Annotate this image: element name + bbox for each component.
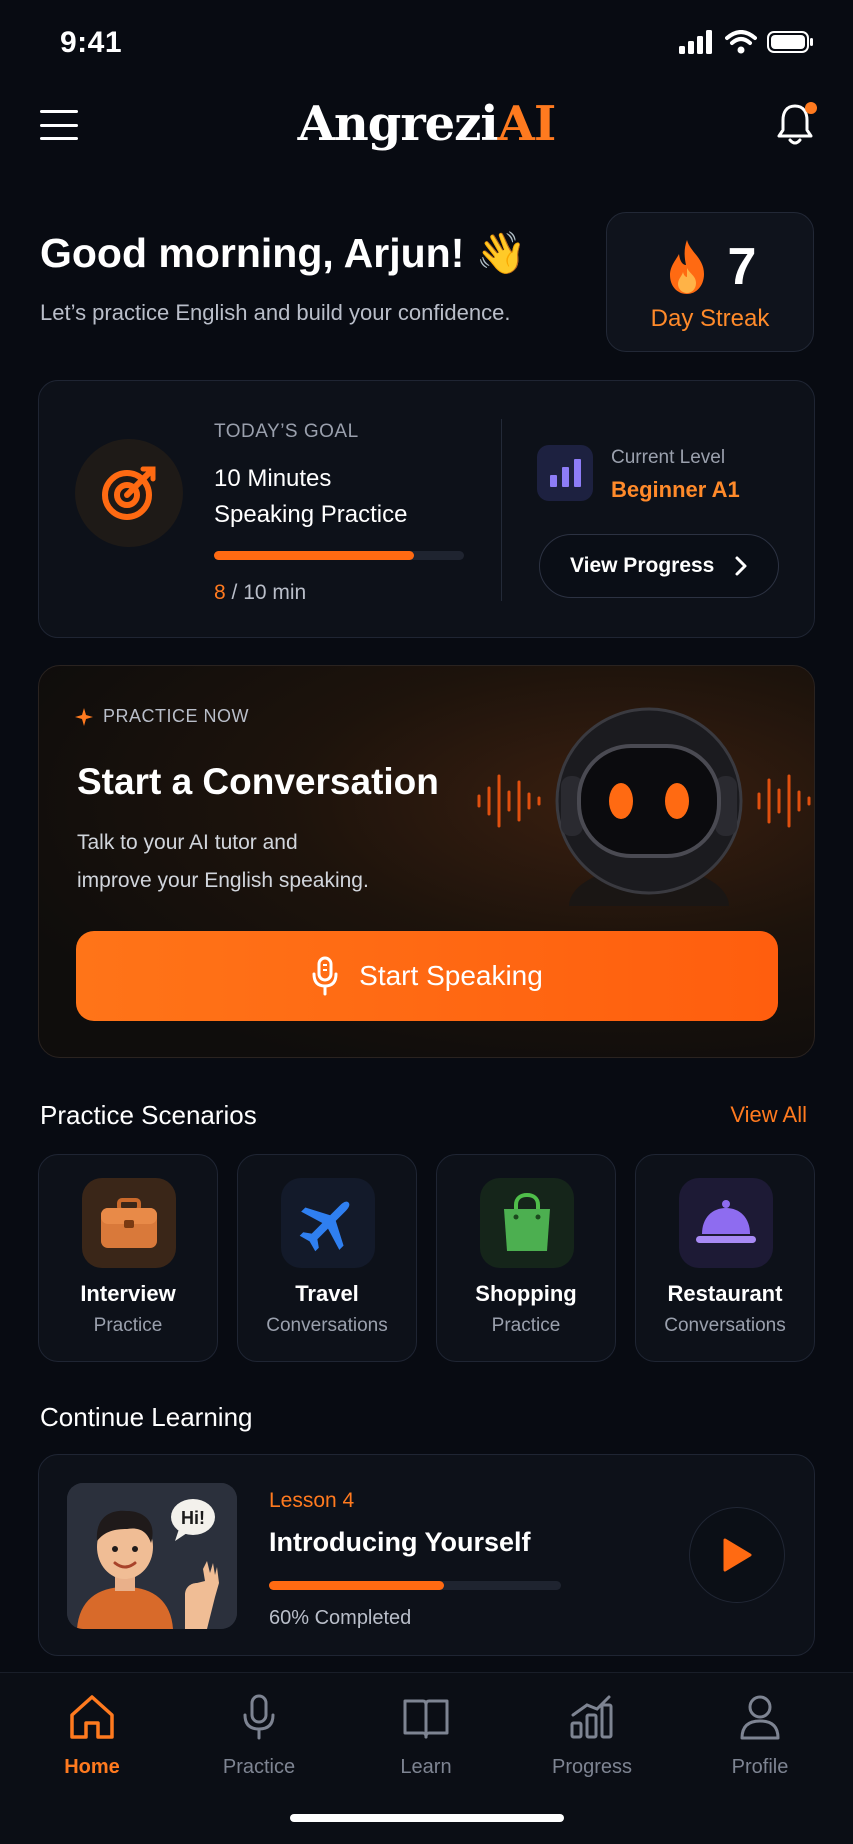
- microphone-icon: [243, 1694, 275, 1740]
- play-icon: [723, 1538, 752, 1572]
- view-progress-button[interactable]: View Progress: [539, 534, 779, 598]
- scenario-subtitle: Conversations: [266, 1315, 388, 1336]
- scenario-name: Interview: [80, 1281, 176, 1306]
- notification-dot: [805, 102, 817, 114]
- greeting-subtitle: Let’s practice English and build your co…: [40, 300, 511, 325]
- goal-progress-bar: [214, 551, 464, 560]
- app-logo: AngreziAI: [297, 96, 557, 152]
- practice-scenarios-title: Practice Scenarios: [40, 1100, 257, 1130]
- battery-icon: [767, 31, 813, 53]
- chevron-right-icon: [735, 556, 747, 576]
- streak-card[interactable]: 7 Day Streak: [606, 212, 814, 352]
- user-icon: [740, 1695, 780, 1740]
- goal-tag: TODAY’S GOAL: [214, 421, 359, 442]
- hero-title: Start a Conversation: [77, 761, 439, 802]
- lesson-title: Introducing Yourself: [269, 1527, 531, 1557]
- home-indicator: [290, 1814, 564, 1822]
- start-speaking-label: Start Speaking: [359, 960, 543, 991]
- briefcase-icon: [82, 1178, 176, 1268]
- lesson-thumbnail: Hi!: [67, 1483, 237, 1629]
- tab-profile[interactable]: Profile: [690, 1693, 830, 1779]
- daily-goal-card: TODAY’S GOAL 10 Minutes Speaking Practic…: [38, 380, 815, 638]
- tab-label: Profile: [731, 1756, 789, 1778]
- continue-learning-title: Continue Learning: [40, 1402, 253, 1432]
- tab-label: Progress: [551, 1756, 633, 1778]
- thumbnail-bubble-text: Hi!: [181, 1508, 205, 1528]
- start-conversation-card: PRACTICE NOW Start a Conversation Talk t…: [38, 665, 815, 1058]
- sparkle-icon: [75, 707, 93, 726]
- scenario-subtitle: Conversations: [664, 1315, 786, 1336]
- target-icon: [75, 439, 183, 547]
- chart-icon: [570, 1695, 613, 1739]
- ai-robot-illustration: [477, 707, 811, 906]
- signal-icon: [679, 30, 712, 54]
- streak-count: 7: [727, 238, 757, 296]
- scenario-subtitle: Practice: [93, 1315, 163, 1336]
- home-icon: [70, 1695, 114, 1739]
- goal-progress-text: 8 / 10 min: [214, 581, 307, 604]
- play-lesson-button[interactable]: [689, 1507, 785, 1603]
- book-icon: [403, 1699, 449, 1739]
- tab-progress[interactable]: Progress: [522, 1693, 662, 1779]
- level-label: Current Level: [611, 447, 726, 468]
- scenario-shopping[interactable]: Shopping Practice: [436, 1154, 616, 1362]
- view-all-link[interactable]: View All: [730, 1102, 807, 1128]
- lesson-progress-text: 60% Completed: [269, 1607, 412, 1629]
- tab-practice[interactable]: Practice: [189, 1693, 329, 1779]
- status-time: 9:41: [60, 26, 123, 59]
- notification-bell-icon[interactable]: [775, 100, 817, 148]
- airplane-icon: [281, 1178, 375, 1268]
- scenario-name: Travel: [295, 1281, 359, 1306]
- goal-title-line1: 10 Minutes: [214, 465, 332, 492]
- goal-title: 10 Minutes Speaking Practice: [214, 461, 444, 533]
- hero-description: Talk to your AI tutor and improve your E…: [77, 831, 369, 892]
- tab-label: Home: [64, 1756, 120, 1778]
- scenario-restaurant[interactable]: Restaurant Conversations: [635, 1154, 815, 1362]
- goal-divider: [501, 419, 502, 601]
- streak-label: Day Streak: [650, 305, 770, 332]
- shopping-bag-icon: [480, 1178, 574, 1268]
- scenario-name: Restaurant: [667, 1281, 783, 1306]
- view-progress-label: View Progress: [570, 554, 715, 577]
- tab-label: Learn: [400, 1756, 452, 1778]
- level-value: Beginner A1: [611, 477, 740, 502]
- scenario-subtitle: Practice: [491, 1315, 561, 1336]
- greeting-title: Good morning, Arjun! 👋: [40, 230, 527, 276]
- lesson-progress-fill: [269, 1581, 445, 1590]
- tab-learn[interactable]: Learn: [356, 1693, 496, 1779]
- microphone-icon: [312, 956, 338, 996]
- cloche-icon: [679, 1178, 773, 1268]
- status-icons: [679, 30, 815, 54]
- scenario-travel[interactable]: Travel Conversations: [237, 1154, 417, 1362]
- goal-title-line2: Speaking Practice: [214, 501, 408, 528]
- lesson-progress-bar: [269, 1581, 561, 1590]
- tab-label: Practice: [222, 1756, 296, 1778]
- flame-icon: [669, 240, 704, 294]
- start-speaking-button[interactable]: Start Speaking: [76, 931, 778, 1021]
- wifi-icon: [725, 30, 757, 54]
- scenario-interview[interactable]: Interview Practice: [38, 1154, 218, 1362]
- lesson-number: Lesson 4: [269, 1489, 355, 1512]
- lesson-card[interactable]: Hi! Lesson 4 Introducing Yourself 60% Co…: [38, 1454, 815, 1656]
- hero-tag: PRACTICE NOW: [75, 706, 249, 727]
- goal-progress-fill: [214, 551, 414, 560]
- level-chart-icon: [537, 445, 593, 501]
- scenario-name: Shopping: [475, 1281, 577, 1306]
- tab-home[interactable]: Home: [22, 1693, 162, 1779]
